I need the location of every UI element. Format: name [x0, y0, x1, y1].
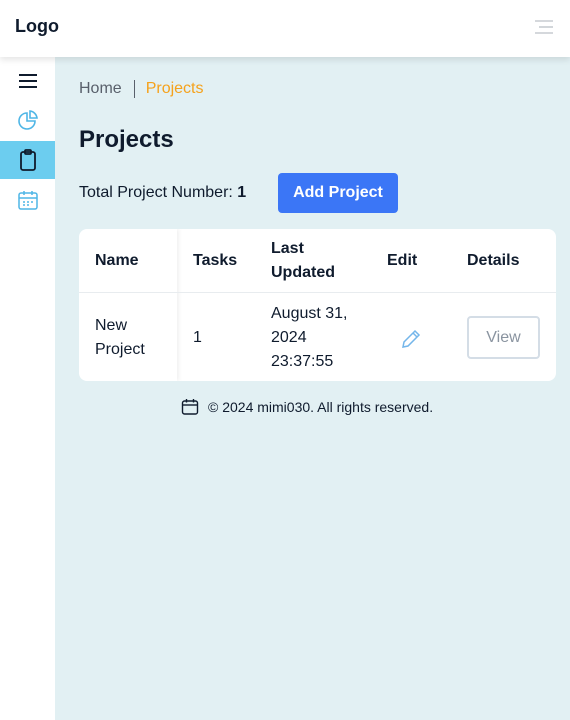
cell-updated-line1: August 31,: [271, 305, 348, 322]
header-last-updated-line1: Last: [271, 240, 304, 257]
pie-chart-icon: [17, 110, 38, 130]
page-title: Projects: [79, 126, 174, 153]
breadcrumb: Home Projects: [79, 80, 203, 98]
sidebar: [0, 57, 55, 720]
pencil-icon[interactable]: [399, 327, 423, 351]
calendar-icon: [17, 191, 38, 210]
sidebar-item-projects[interactable]: [0, 141, 55, 179]
total-project-label: Total Project Number:: [79, 184, 233, 201]
view-project-button[interactable]: View: [467, 316, 540, 359]
top-bar: Logo: [0, 0, 570, 57]
breadcrumb-current: Projects: [145, 80, 204, 97]
total-project-value: 1: [237, 184, 247, 201]
header-name: Name: [95, 252, 139, 269]
projects-table: Name Tasks Last Updated Edit Details New…: [79, 229, 556, 381]
total-project-count: Total Project Number: 1: [79, 184, 246, 202]
header-last-updated-line2: Updated: [271, 264, 335, 281]
hamburger-icon: [18, 74, 37, 88]
calendar-icon: [181, 399, 199, 415]
breadcrumb-separator: [133, 80, 135, 98]
header-edit: Edit: [387, 252, 418, 269]
footer-copyright: © 2024 mimi030. All rights reserved.: [208, 399, 434, 415]
sidebar-item-dashboard[interactable]: [0, 101, 55, 139]
menu-lines-icon[interactable]: [533, 17, 555, 39]
footer: © 2024 mimi030. All rights reserved.: [181, 398, 433, 416]
cell-name-line2: Project: [95, 341, 145, 358]
cell-tasks: 1: [193, 329, 202, 346]
cell-name-line1: New: [95, 317, 128, 334]
sidebar-item-calendar[interactable]: [0, 181, 55, 219]
header-details: Details: [467, 252, 520, 269]
header-tasks: Tasks: [193, 252, 238, 269]
logo[interactable]: Logo: [15, 16, 59, 37]
breadcrumb-home-link[interactable]: Home: [79, 80, 122, 98]
main-content: Home Projects Projects Total Project Num…: [55, 57, 570, 720]
clipboard-icon: [19, 149, 36, 171]
cell-updated-line2: 2024: [271, 329, 307, 346]
table-header-row: Name Tasks Last Updated Edit Details: [79, 229, 556, 293]
sidebar-toggle-button[interactable]: [0, 62, 55, 100]
add-project-button[interactable]: Add Project: [278, 173, 398, 213]
cell-updated-line3: 23:37:55: [271, 353, 334, 370]
